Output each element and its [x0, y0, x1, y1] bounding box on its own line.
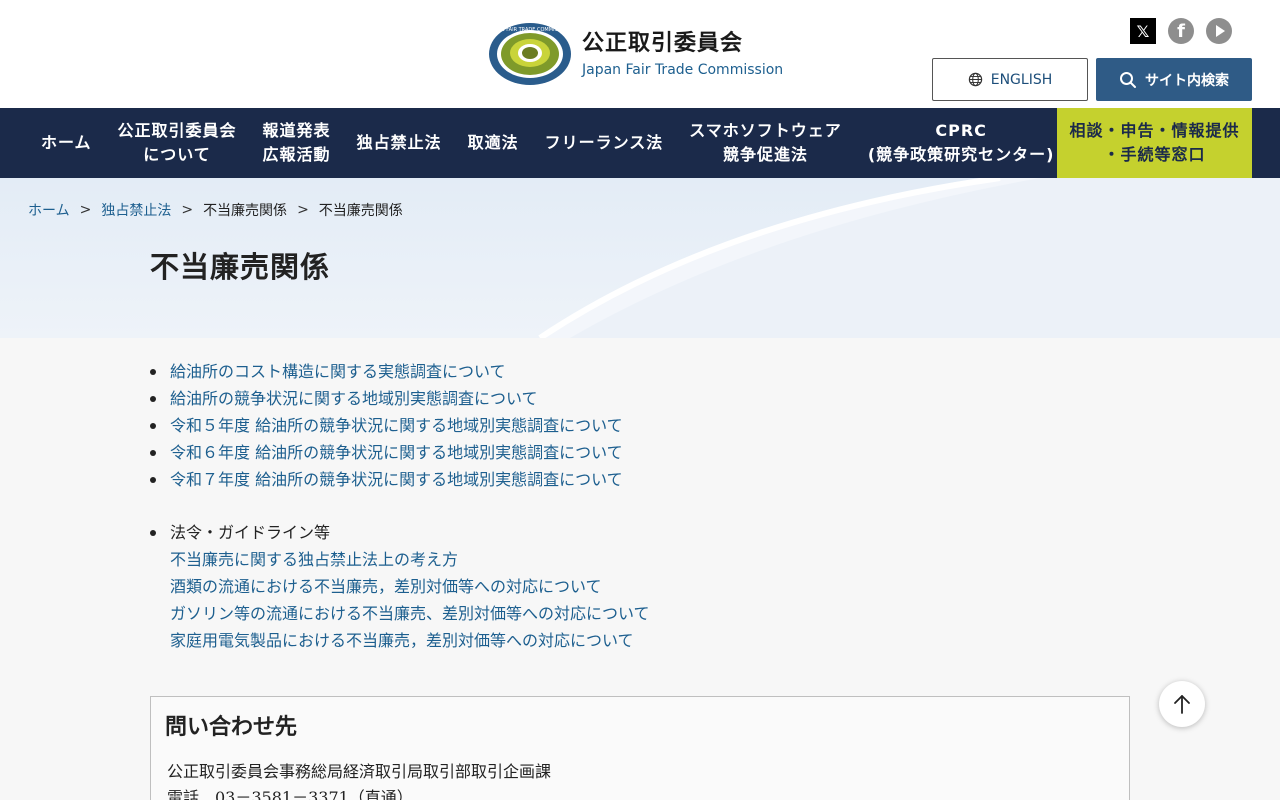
back-to-top-button[interactable] — [1159, 681, 1205, 727]
breadcrumb-current: 不当廉売関係 — [318, 203, 403, 219]
survey-link[interactable]: 令和７年度 給油所の競争状況に関する地域別実態調査について — [170, 470, 623, 489]
nav-item-smartphone[interactable]: スマホソフトウェア 競争促進法 — [676, 108, 855, 178]
guideline-link[interactable]: ガソリン等の流通における不当廉売、差別対価等への対応について — [170, 600, 1130, 627]
breadcrumb-separator: > — [297, 202, 309, 218]
list-item: 令和５年度 給油所の競争状況に関する地域別実態調査について — [150, 412, 1130, 439]
guideline-link[interactable]: 家庭用電気製品における不当廉売，差別対価等への対応について — [170, 627, 1130, 654]
site-header: JAPAN FAIR TRADE COMMISSION 公正取引委員会 Japa… — [0, 0, 1280, 108]
jftc-emblem-icon: JAPAN FAIR TRADE COMMISSION — [489, 23, 571, 85]
contact-title: 問い合わせ先 — [165, 715, 298, 740]
nav-item-about[interactable]: 公正取引委員会 について — [105, 108, 250, 178]
site-logo[interactable]: JAPAN FAIR TRADE COMMISSION 公正取引委員会 Japa… — [488, 22, 783, 86]
main-content: 給油所のコスト構造に関する実態調査について 給油所の競争状況に関する地域別実態調… — [150, 358, 1130, 654]
search-label: サイト内検索 — [1145, 72, 1229, 89]
breadcrumb-separator: > — [181, 202, 194, 218]
guideline-link[interactable]: 不当廉売に関する独占禁止法上の考え方 — [170, 546, 1130, 573]
globe-icon — [968, 72, 982, 87]
list-item: 給油所の競争状況に関する地域別実態調査について — [150, 385, 1130, 412]
contact-body: 公正取引委員会事務総局経済取引局取引部取引企画課 電話 03－3581－3371… — [167, 759, 551, 800]
global-nav: ホーム 公正取引委員会 について 報道発表 広報活動 独占禁止法 取適法 フリー… — [0, 108, 1280, 178]
nav-item-antimonopoly[interactable]: 独占禁止法 — [344, 108, 455, 178]
laws-guidelines-section: 法令・ガイドライン等 不当廉売に関する独占禁止法上の考え方 酒類の流通における不… — [150, 519, 1130, 654]
nav-consultation-cta[interactable]: 相談・申告・情報提供 ・手続等窓口 — [1057, 108, 1252, 178]
survey-link[interactable]: 令和６年度 給油所の競争状況に関する地域別実態調査について — [170, 443, 623, 462]
breadcrumb-separator: > — [79, 202, 92, 218]
list-item: 給油所のコスト構造に関する実態調査について — [150, 358, 1130, 385]
search-icon — [1120, 71, 1136, 88]
breadcrumb-unfair-pricing: 不当廉売関係 — [203, 203, 288, 219]
page-title: 不当廉売関係 — [150, 250, 331, 284]
english-label: ENGLISH — [990, 71, 1053, 88]
breadcrumb-antimonopoly[interactable]: 独占禁止法 — [101, 200, 171, 220]
social-links: 𝕏 f — [1130, 18, 1232, 44]
emblem-ring-text: JAPAN FAIR TRADE COMMISSION — [489, 27, 570, 33]
laws-heading: 法令・ガイドライン等 — [170, 523, 331, 542]
contact-department: 公正取引委員会事務総局経済取引局取引部取引企画課 — [167, 762, 552, 781]
contact-phone: 電話 03－3581－3371（直通） — [167, 788, 413, 800]
nav-item-cprc[interactable]: CPRC (競争政策研究センター) — [855, 108, 1068, 178]
site-search-button[interactable]: サイト内検索 — [1096, 58, 1252, 101]
breadcrumb-home[interactable]: ホーム — [28, 200, 70, 220]
nav-item-home[interactable]: ホーム — [28, 108, 105, 178]
english-button[interactable]: ENGLISH — [932, 58, 1088, 101]
site-subtitle: Japan Fair Trade Commission — [582, 62, 784, 78]
guideline-link[interactable]: 酒類の流通における不当廉売，差別対価等への対応について — [170, 573, 1130, 600]
x-icon[interactable]: 𝕏 — [1130, 18, 1156, 44]
contact-box: 問い合わせ先 公正取引委員会事務総局経済取引局取引部取引企画課 電話 03－35… — [150, 696, 1130, 800]
nav-item-press[interactable]: 報道発表 広報活動 — [250, 108, 344, 178]
nav-item-freelance[interactable]: フリーランス法 — [532, 108, 677, 178]
arrow-up-icon — [1174, 695, 1190, 714]
survey-link-list: 給油所のコスト構造に関する実態調査について 給油所の競争状況に関する地域別実態調… — [150, 358, 1130, 493]
survey-link[interactable]: 令和５年度 給油所の競争状況に関する地域別実態調査について — [170, 416, 623, 435]
page-hero: ホーム > 独占禁止法 > 不当廉売関係 > 不当廉売関係 不当廉売関係 — [0, 178, 1280, 338]
breadcrumb: ホーム > 独占禁止法 > 不当廉売関係 > 不当廉売関係 — [28, 200, 403, 220]
nav-item-subcontract[interactable]: 取適法 — [455, 108, 532, 178]
survey-link[interactable]: 給油所の競争状況に関する地域別実態調査について — [170, 389, 538, 408]
list-item: 令和６年度 給油所の競争状況に関する地域別実態調査について — [150, 439, 1130, 466]
youtube-icon[interactable] — [1206, 18, 1232, 44]
site-title: 公正取引委員会 — [582, 31, 744, 56]
survey-link[interactable]: 給油所のコスト構造に関する実態調査について — [170, 362, 506, 381]
list-item: 令和７年度 給油所の競争状況に関する地域別実態調査について — [150, 466, 1130, 493]
facebook-icon[interactable]: f — [1168, 18, 1194, 44]
